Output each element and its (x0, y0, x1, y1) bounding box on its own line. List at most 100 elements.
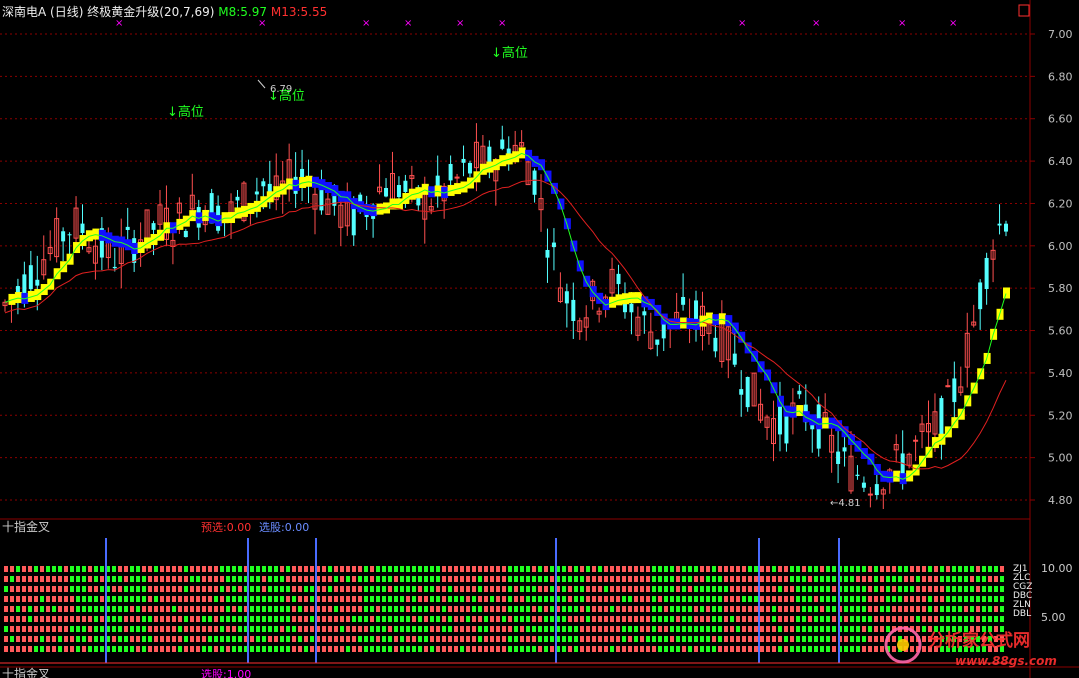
candle-down (571, 299, 576, 321)
signal-cell (622, 596, 626, 602)
signal-cell (526, 576, 530, 582)
signal-cell (682, 626, 686, 632)
signal-cell (1000, 606, 1004, 612)
signal-cell (160, 646, 164, 652)
signal-cell (562, 616, 566, 622)
signal-cell (142, 626, 146, 632)
signal-cell (622, 626, 626, 632)
signal-cell (808, 586, 812, 592)
signal-cell (76, 596, 80, 602)
signal-cell (718, 586, 722, 592)
signal-cell (52, 626, 56, 632)
signal-cell (850, 576, 854, 582)
candle-down (500, 139, 505, 149)
signal-cell (724, 566, 728, 572)
signal-cell (136, 586, 140, 592)
signal-cell (166, 646, 170, 652)
signal-cell (820, 636, 824, 642)
signal-cell (658, 636, 662, 642)
signal-cell (472, 616, 476, 622)
signal-cell (286, 626, 290, 632)
signal-cell (376, 646, 380, 652)
lower-panel-title: 十指金叉 (2, 519, 50, 534)
signal-cell (334, 616, 338, 622)
signal-cell (364, 626, 368, 632)
signal-cell (16, 576, 20, 582)
signal-cell (580, 586, 584, 592)
signal-cell (142, 616, 146, 622)
signal-cell (382, 566, 386, 572)
signal-cell (136, 606, 140, 612)
band-block (92, 228, 100, 240)
signal-cell (382, 586, 386, 592)
signal-cell (406, 576, 410, 582)
signal-cell (772, 616, 776, 622)
signal-cell (352, 626, 356, 632)
signal-cell (676, 586, 680, 592)
signal-cell (574, 646, 578, 652)
signal-cell (904, 616, 908, 622)
signal-cell (484, 606, 488, 612)
signal-cell (274, 626, 278, 632)
signal-cell (40, 636, 44, 642)
signal-cell (94, 586, 98, 592)
signal-cell (130, 606, 134, 612)
signal-cell (226, 596, 230, 602)
band-block (893, 470, 901, 482)
signal-cell (178, 586, 182, 592)
signal-cell (712, 566, 716, 572)
signal-cell (562, 566, 566, 572)
signal-cell (28, 576, 32, 582)
signal-cell (820, 566, 824, 572)
signal-cell (430, 636, 434, 642)
signal-cell (508, 586, 512, 592)
signal-cell (418, 586, 422, 592)
signal-cell (544, 646, 548, 652)
signal-cell (748, 636, 752, 642)
signal-cell (172, 596, 176, 602)
signal-cell (790, 566, 794, 572)
signal-cell (868, 606, 872, 612)
signal-cell (664, 606, 668, 612)
signal-cell (934, 606, 938, 612)
signal-cell (916, 616, 920, 622)
signal-cell (622, 616, 626, 622)
band-block (518, 147, 526, 159)
select-value-2: 选股:1.00 (201, 668, 251, 678)
signal-cell (742, 646, 746, 652)
signal-cell (964, 616, 968, 622)
signal-cell (46, 606, 50, 612)
signal-cell (772, 606, 776, 612)
signal-cell (958, 586, 962, 592)
signal-cell (442, 636, 446, 642)
signal-cell (724, 646, 728, 652)
signal-cell (472, 566, 476, 572)
signal-cell (184, 636, 188, 642)
signal-cell (118, 566, 122, 572)
signal-cell (118, 576, 122, 582)
signal-cell (328, 576, 332, 582)
signal-cell (742, 616, 746, 622)
signal-cell (40, 646, 44, 652)
lower-panel-2-title: 十指金叉 (2, 666, 50, 678)
signal-cell (400, 566, 404, 572)
signal-cell (94, 626, 98, 632)
signal-cell (766, 626, 770, 632)
signal-cell (472, 596, 476, 602)
signal-cell (520, 566, 524, 572)
signal-cell (994, 606, 998, 612)
signal-cell (934, 616, 938, 622)
signal-cell (886, 596, 890, 602)
signal-cell (166, 616, 170, 622)
maximize-icon[interactable] (1018, 4, 1030, 17)
signal-cell (352, 616, 356, 622)
signal-cell (730, 586, 734, 592)
signal-cell (628, 616, 632, 622)
signal-cell (460, 646, 464, 652)
signal-cell (46, 596, 50, 602)
candle-down (461, 158, 466, 163)
signal-cell (982, 586, 986, 592)
signal-cell (514, 576, 518, 582)
candle-up (867, 493, 873, 496)
signal-cell (448, 576, 452, 582)
